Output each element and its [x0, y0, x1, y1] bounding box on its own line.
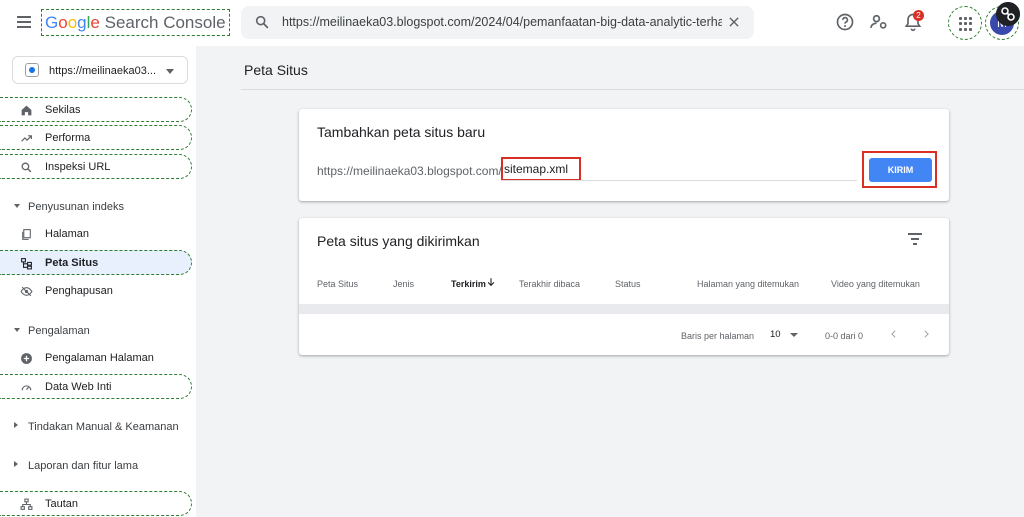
search-icon [21, 162, 32, 173]
section-label: Pengalaman [28, 325, 90, 337]
property-globe-icon [25, 63, 39, 77]
sidebar-item-penghapusan[interactable]: Penghapusan [0, 279, 192, 304]
submitted-sitemaps-title: Peta situs yang dikirimkan [317, 233, 480, 249]
sidebar-item-label: Penghapusan [45, 285, 113, 297]
column-header-video-ditemukan[interactable]: Video yang ditemukan [831, 279, 920, 289]
sidebar-navigation: https://meilinaeka03... Sekilas Performa… [0, 46, 196, 517]
submit-sitemap-button[interactable]: KIRIM [869, 158, 932, 182]
arrow-down-icon[interactable] [486, 277, 496, 287]
chevron-right-icon [14, 422, 18, 428]
add-sitemap-card: Tambahkan peta situs baru https://meilin… [299, 109, 949, 201]
logo-letter: e [90, 13, 100, 32]
speed-gauge-icon [21, 385, 32, 391]
logo-letter: G [45, 13, 59, 32]
chevron-left-icon[interactable] [889, 328, 899, 340]
search-console-logo[interactable]: Google Search Console [41, 9, 230, 36]
section-pengalaman[interactable]: Pengalaman [0, 321, 192, 341]
sidebar-item-label: Performa [45, 132, 91, 144]
manage-users-icon[interactable] [869, 12, 889, 32]
chevron-right-icon [14, 461, 18, 467]
sidebar-item-peta-situs[interactable]: Peta Situs [0, 250, 192, 275]
close-icon[interactable] [727, 15, 741, 29]
top-app-bar: Google Search Console https://meilinaeka… [0, 0, 1024, 46]
sidebar-item-label: Data Web Inti [45, 381, 112, 393]
links-tree-icon [20, 498, 33, 510]
google-apps-button[interactable] [948, 6, 982, 40]
section-label: Laporan dan fitur lama [28, 460, 139, 472]
property-label: https://meilinaeka03... [49, 65, 157, 77]
column-header-peta-situs[interactable]: Peta Situs [317, 279, 358, 289]
add-sitemap-title: Tambahkan peta situs baru [317, 124, 486, 140]
input-underline [501, 180, 857, 181]
sitemap-url-prefix: https://meilinaeka03.blogspot.com/ [317, 164, 502, 178]
sidebar-item-label: Inspeksi URL [45, 161, 111, 173]
sidebar-item-pengalaman-halaman[interactable]: Pengalaman Halaman [0, 346, 192, 371]
chevron-right-icon[interactable] [921, 328, 931, 340]
sitemap-icon [21, 258, 32, 270]
sidebar-item-data-web-inti[interactable]: Data Web Inti [0, 374, 192, 399]
sidebar-item-tautan[interactable]: Tautan [0, 491, 192, 516]
apps-grid-icon [959, 17, 973, 31]
main-menu-icon[interactable] [17, 16, 31, 28]
pages-icon [22, 229, 31, 240]
sidebar-item-label: Sekilas [45, 104, 81, 116]
rows-per-page-label: Baris per halaman [681, 331, 755, 341]
chevron-down-icon [166, 69, 174, 74]
column-header-status[interactable]: Status [615, 279, 641, 289]
rows-per-page-select[interactable]: 10 [770, 329, 781, 340]
chevron-down-icon [14, 204, 20, 208]
section-penyusunan-indeks[interactable]: Penyusunan indeks [0, 197, 192, 217]
pagination-range: 0-0 dari 0 [825, 331, 864, 341]
column-header-terkirim[interactable]: Terkirim [451, 279, 486, 289]
column-header-jenis[interactable]: Jenis [393, 279, 414, 289]
section-tindakan-manual-keamanan[interactable]: Tindakan Manual & Keamanan [0, 417, 192, 437]
logo-letter: o [67, 13, 78, 32]
submitted-sitemaps-card: Peta situs yang dikirimkan Peta Situs Je… [299, 218, 949, 355]
logo-letter: o [58, 13, 68, 32]
sidebar-item-halaman[interactable]: Halaman [0, 222, 192, 247]
trending-up-icon [21, 135, 32, 142]
help-icon[interactable] [835, 12, 855, 32]
search-input[interactable]: https://meilinaeka03.blogspot.com/2024/0… [282, 15, 722, 29]
title-divider [241, 89, 1024, 90]
sidebar-item-inspeksi-url[interactable]: Inspeksi URL [0, 154, 192, 179]
submit-highlight-box: KIRIM [862, 151, 937, 188]
notification-count-badge: 2 [913, 10, 924, 21]
section-label: Tindakan Manual & Keamanan [28, 421, 179, 433]
column-header-terakhir-dibaca[interactable]: Terakhir dibaca [519, 279, 580, 289]
logo-product-name: Search Console [99, 13, 226, 32]
column-header-halaman-ditemukan[interactable]: Halaman yang ditemukan [697, 279, 799, 289]
logo-letter: g [77, 13, 87, 32]
chevron-down-icon[interactable] [790, 333, 798, 337]
sidebar-item-performa[interactable]: Performa [0, 125, 192, 150]
sidebar-item-label: Pengalaman Halaman [45, 352, 154, 364]
link-overlay-icon[interactable] [996, 2, 1020, 26]
url-inspection-search-bar[interactable]: https://meilinaeka03.blogspot.com/2024/0… [241, 6, 754, 39]
chevron-down-icon [14, 328, 20, 332]
sidebar-item-sekilas[interactable]: Sekilas [0, 97, 192, 122]
sitemap-url-input[interactable] [501, 157, 581, 181]
property-selector[interactable]: https://meilinaeka03... [12, 56, 188, 84]
search-icon[interactable] [254, 14, 270, 30]
filter-list-icon[interactable] [908, 233, 922, 245]
sidebar-item-label: Tautan [45, 498, 79, 510]
home-icon [21, 105, 32, 116]
add-circle-icon [21, 353, 32, 364]
visibility-off-icon [20, 286, 33, 297]
sidebar-item-label: Halaman [45, 228, 90, 240]
section-label: Penyusunan indeks [28, 201, 125, 213]
sidebar-item-label: Peta Situs [45, 257, 99, 269]
page-title: Peta Situs [244, 62, 308, 78]
section-laporan-fitur-lama[interactable]: Laporan dan fitur lama [0, 456, 192, 476]
loading-progress-bar [299, 304, 949, 314]
